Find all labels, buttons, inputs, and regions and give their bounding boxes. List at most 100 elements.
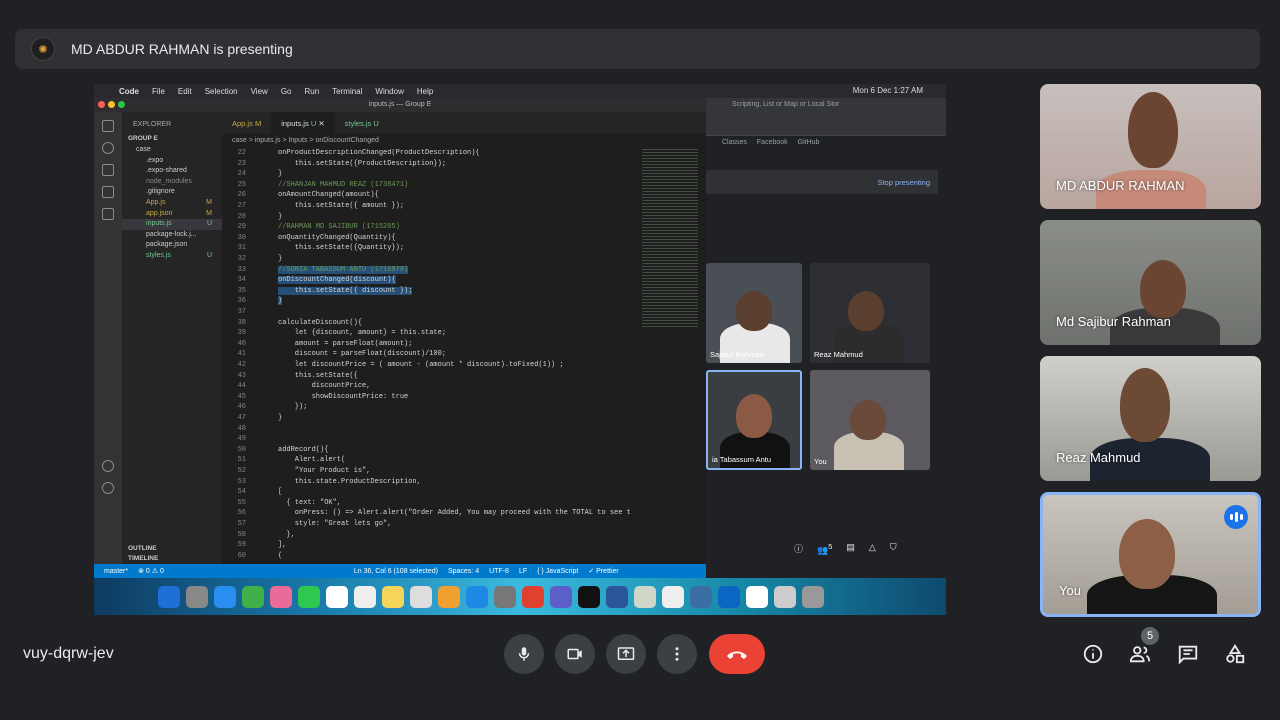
reminders-icon: [354, 586, 376, 608]
present-button[interactable]: [606, 634, 646, 674]
participant-tile[interactable]: You: [1040, 492, 1261, 617]
terminal-icon: [578, 586, 600, 608]
calendar-icon: [326, 586, 348, 608]
menu-go: Go: [280, 86, 292, 96]
line-number: 49: [237, 435, 246, 444]
participant-name: You: [1059, 583, 1081, 598]
explorer-section: GROUP E: [128, 135, 158, 142]
code-line: ],: [278, 541, 287, 550]
teams-icon: [550, 586, 572, 608]
camera-button[interactable]: [555, 634, 595, 674]
menu-window: Window: [375, 86, 404, 96]
minimap: [642, 149, 698, 329]
close-dot-icon: [98, 101, 105, 108]
code-line: });: [278, 403, 308, 412]
preview-icon: [634, 586, 656, 608]
participant-name: Reaz Mahmud: [1056, 450, 1141, 465]
mac-dock: [94, 578, 946, 615]
code-line: this.setState({ discount });: [278, 286, 413, 295]
shared-screen: Code File Edit Selection View Go Run Ter…: [94, 84, 946, 615]
activities-button[interactable]: [1222, 641, 1248, 667]
bookmark-github: GitHub: [797, 139, 820, 146]
line-number: 35: [237, 286, 246, 295]
code-line: (: [278, 551, 283, 560]
more-options-button[interactable]: [657, 634, 697, 674]
participant-name: Md Sajibur Rahman: [1056, 314, 1171, 329]
line-number: 41: [237, 350, 246, 359]
line-number: 25: [237, 180, 246, 189]
code-line: showDiscountPrice: true: [278, 392, 409, 401]
run-debug-icon: [102, 186, 114, 198]
speaking-indicator-icon: [1224, 505, 1248, 529]
language-mode: { } JavaScript: [537, 567, 579, 575]
browser-tab: Scripting, List or Map or Local Stor: [706, 98, 946, 114]
chat-button[interactable]: [1175, 641, 1201, 667]
activity-bar: [94, 112, 122, 564]
line-number: 56: [237, 509, 246, 518]
end-call-button[interactable]: [709, 634, 765, 674]
search-icon: [102, 142, 114, 154]
line-number: 47: [237, 414, 246, 422]
activities-icon: [1226, 644, 1245, 664]
participant-tile[interactable]: MD ABDUR RAHMAN: [1040, 84, 1261, 209]
presenter-avatar: ✺: [31, 37, 55, 61]
file-item: package-lock.j...: [146, 230, 197, 238]
people-icon: [1129, 646, 1151, 663]
bookmark-facebook: Facebook: [756, 139, 788, 146]
info-icon: ⓘ: [794, 544, 804, 554]
code-line: }: [278, 297, 283, 306]
line-number: 30: [237, 233, 246, 242]
brave-icon: [522, 586, 544, 608]
line-number: 48: [237, 424, 246, 433]
stop-presenting-label: Stop presenting: [877, 178, 930, 187]
participant-tile[interactable]: Md Sajibur Rahman: [1040, 220, 1261, 345]
app-store-icon: [466, 586, 488, 608]
shield-icon: ⛉: [889, 542, 897, 552]
code-line: //SHANJAN MAHMUD REAZ (1738471): [278, 180, 409, 189]
microphone-button[interactable]: [504, 634, 544, 674]
trash-icon: [802, 586, 824, 608]
code-line: }: [278, 414, 283, 422]
line-number: 44: [237, 382, 246, 391]
participant-tile[interactable]: Reaz Mahmud: [1040, 356, 1261, 481]
meeting-controls-bar: vuy-dqrw-jev 5: [0, 620, 1280, 690]
line-number: 29: [237, 223, 246, 232]
code-line: onPress: () => Alert.alert("Order Added,…: [278, 509, 631, 518]
line-number: 42: [237, 361, 246, 369]
git-branch: master*: [104, 567, 129, 575]
file-item: App.js M: [146, 198, 212, 206]
menu-file: File: [152, 86, 165, 96]
present-screen-icon: [617, 647, 635, 660]
photos-icon: [270, 586, 292, 608]
cursor-position: Ln 36, Col 6 (108 selected): [353, 567, 438, 575]
participant-name: MD ABDUR RAHMAN: [1056, 178, 1185, 193]
code-line: this.setState({: [278, 371, 358, 380]
code-line: }: [278, 170, 283, 179]
code-line: }: [278, 255, 283, 263]
code-line: onProductDescriptionChanged(ProductDescr…: [278, 149, 480, 157]
tab-app-js: App.js M: [232, 119, 262, 128]
explorer-panel: EXPLORER GROUP E case .expo .expo-shared…: [122, 112, 222, 564]
extensions-icon: [102, 208, 114, 220]
shared-browser: Scripting, List or Map or Local Stor Cla…: [706, 98, 946, 578]
file-item: .expo-shared: [146, 167, 187, 175]
code-editor: 22 onProductDescriptionChanged(ProductDes…: [222, 149, 642, 563]
finder-icon: [158, 586, 180, 608]
vscode-title: inputs.js — Group E: [368, 101, 432, 108]
line-number: 34: [237, 276, 246, 285]
meeting-info-button[interactable]: [1080, 641, 1106, 667]
code-line: { text: "OK",: [278, 498, 342, 507]
menu-terminal: Terminal: [332, 86, 363, 96]
line-number: 52: [237, 467, 246, 475]
menu-code: Code: [119, 86, 139, 96]
line-number: 32: [237, 255, 246, 263]
code-line: onAmountChanged(amount){: [278, 191, 379, 200]
bookmarks-bar: Classes Facebook GitHub: [706, 136, 946, 150]
tab-inputs-js: inputs.js U ✕: [271, 112, 335, 134]
outline-section: OUTLINE: [128, 545, 157, 552]
facetime-icon: [298, 586, 320, 608]
line-number: 36: [237, 297, 246, 306]
line-number: 60: [237, 551, 246, 560]
file-item: .gitignore: [146, 188, 175, 196]
line-number: 31: [237, 244, 246, 253]
